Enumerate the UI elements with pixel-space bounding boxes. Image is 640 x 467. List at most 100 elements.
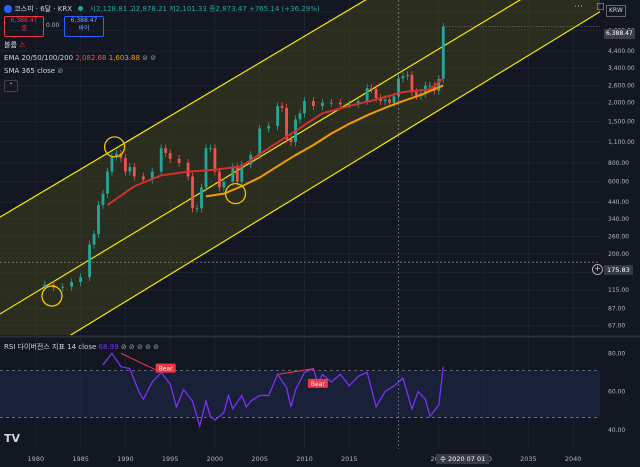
rsi-panel: Bear Bear — [0, 352, 600, 429]
candle-body — [159, 148, 163, 172]
settings-icon[interactable]: ⊘ — [57, 67, 63, 75]
volume-label[interactable]: 볼륨 — [4, 41, 17, 49]
candle-body — [222, 181, 226, 188]
candle-body — [43, 284, 47, 287]
sell-price: 6,388.47 — [10, 17, 38, 24]
candle-body — [204, 148, 208, 188]
candle-body — [365, 88, 369, 102]
market-status-dot — [78, 6, 84, 11]
divergence-line — [120, 352, 162, 373]
ema-20-value: 2,082.68 — [75, 54, 107, 62]
ohlc-high: 고2,878.21 — [129, 5, 168, 13]
rsi-band — [0, 370, 600, 418]
warning-icon[interactable]: ⚠ — [19, 41, 25, 49]
ohlc-close: 종2,873.47 — [209, 5, 247, 13]
tradingview-logo[interactable]: TV — [4, 433, 20, 444]
bear-label: Bear — [311, 381, 325, 388]
y-tick-label: 1,100.00 — [608, 139, 635, 146]
candle-body — [123, 158, 127, 172]
candle-body — [168, 152, 172, 159]
candle-body — [70, 282, 74, 287]
crosshair-plus-icon[interactable]: + — [592, 264, 603, 275]
crosshair-price-tag: 175.83 — [604, 265, 633, 275]
rsi-tick-label: 40.00 — [608, 427, 625, 434]
candle-body — [195, 208, 199, 210]
y-tick-label: 87.00 — [608, 305, 625, 312]
buy-label: 바이 — [78, 25, 90, 32]
candle-body — [61, 286, 65, 288]
candle-body — [110, 156, 114, 172]
candle-body — [177, 158, 181, 163]
top-right-icon-2[interactable]: □ — [596, 2, 605, 12]
y-tick-label: 4,400.00 — [608, 48, 635, 55]
candle-body — [303, 101, 306, 114]
candle-body — [428, 85, 432, 87]
y-tick-label: 800.00 — [608, 160, 629, 167]
candle-body — [101, 193, 105, 206]
y-tick-label: 600.00 — [608, 179, 629, 186]
candle-body — [141, 176, 145, 180]
candle-body — [276, 106, 280, 127]
candle-body — [401, 76, 405, 79]
candle-body — [128, 167, 132, 172]
y-tick-label: 260.00 — [608, 234, 629, 241]
x-tick-label: 2040 — [565, 455, 582, 463]
candle-body — [200, 187, 203, 209]
candle-body — [97, 205, 100, 235]
sma-label[interactable]: SMA 365 close — [4, 67, 55, 75]
candle-body — [235, 167, 239, 182]
y-tick-label: 115.00 — [608, 287, 629, 294]
top-right-icon[interactable]: ⋯ — [574, 2, 583, 12]
x-tick-label: 2035 — [520, 455, 537, 463]
crosshair-date-tag: 수 2020 07 01 — [436, 454, 490, 464]
rsi-tick-label: 80.00 — [608, 350, 625, 357]
x-tick-label: 1990 — [117, 455, 134, 463]
candle-body — [92, 234, 96, 245]
candle-body — [186, 162, 190, 177]
candle-body — [231, 167, 235, 182]
y-tick-label: 67.00 — [608, 323, 625, 330]
candle-body — [213, 148, 217, 172]
sell-button[interactable]: 6,388.47 셀 — [4, 16, 44, 37]
buy-button[interactable]: 6,388.47 바이 — [64, 16, 104, 37]
sell-label: 셀 — [21, 25, 27, 32]
y-tick-label: 1,500.00 — [608, 119, 635, 126]
candle-body — [410, 75, 414, 93]
candle-body — [258, 128, 262, 156]
x-tick-label: 2005 — [251, 455, 268, 463]
candle-body — [415, 92, 418, 96]
chart-canvas[interactable]: BearBear 6,000.004,400.003,400.002,600.0… — [0, 0, 640, 467]
x-tick-label: 1980 — [28, 455, 45, 463]
ohlc-change: +765.14 (+36.29%) — [248, 5, 320, 13]
candle-body — [320, 102, 324, 107]
rsi-value: 68.99 — [98, 343, 119, 351]
eye-icon[interactable]: ⊘ ⊘ — [142, 54, 156, 62]
collapse-button[interactable]: ⌃ — [4, 80, 18, 92]
ema-label[interactable]: EMA 20/50/100/200 — [4, 54, 73, 62]
candle-body — [132, 167, 136, 177]
candle-body — [388, 99, 391, 103]
y-tick-label: 2,000.00 — [608, 100, 635, 107]
x-tick-label: 2015 — [341, 455, 358, 463]
candle-body — [218, 171, 221, 188]
y-tick-label: 2,600.00 — [608, 82, 635, 89]
candle-body — [374, 89, 378, 98]
candle-body — [88, 244, 91, 278]
candle-body — [164, 148, 168, 153]
bear-label: Bear — [159, 366, 173, 373]
x-tick-label: 1985 — [72, 455, 89, 463]
candle-body — [191, 176, 194, 209]
ohlc-low: 저2,101.33 — [169, 5, 207, 13]
symbol-title[interactable]: 코스피 · 6달 · KRX — [14, 5, 72, 13]
candle-body — [383, 99, 387, 102]
ohlc-open: 시2,128.81 — [89, 5, 128, 13]
candle-body — [298, 113, 302, 120]
rsi-tick-label: 60.00 — [608, 389, 625, 396]
candle-body — [370, 88, 374, 90]
candle-body — [209, 148, 212, 150]
rsi-icons[interactable]: ⊘ ⊘ ⊘ ⊘ ⊘ — [121, 343, 159, 351]
y-tick-label: 340.00 — [608, 216, 629, 223]
ema-50-value: 1,603.88 — [108, 54, 140, 62]
currency-badge[interactable]: KRW — [606, 5, 626, 17]
rsi-label[interactable]: RSI 다이버전스 지표 14 close — [4, 343, 96, 351]
